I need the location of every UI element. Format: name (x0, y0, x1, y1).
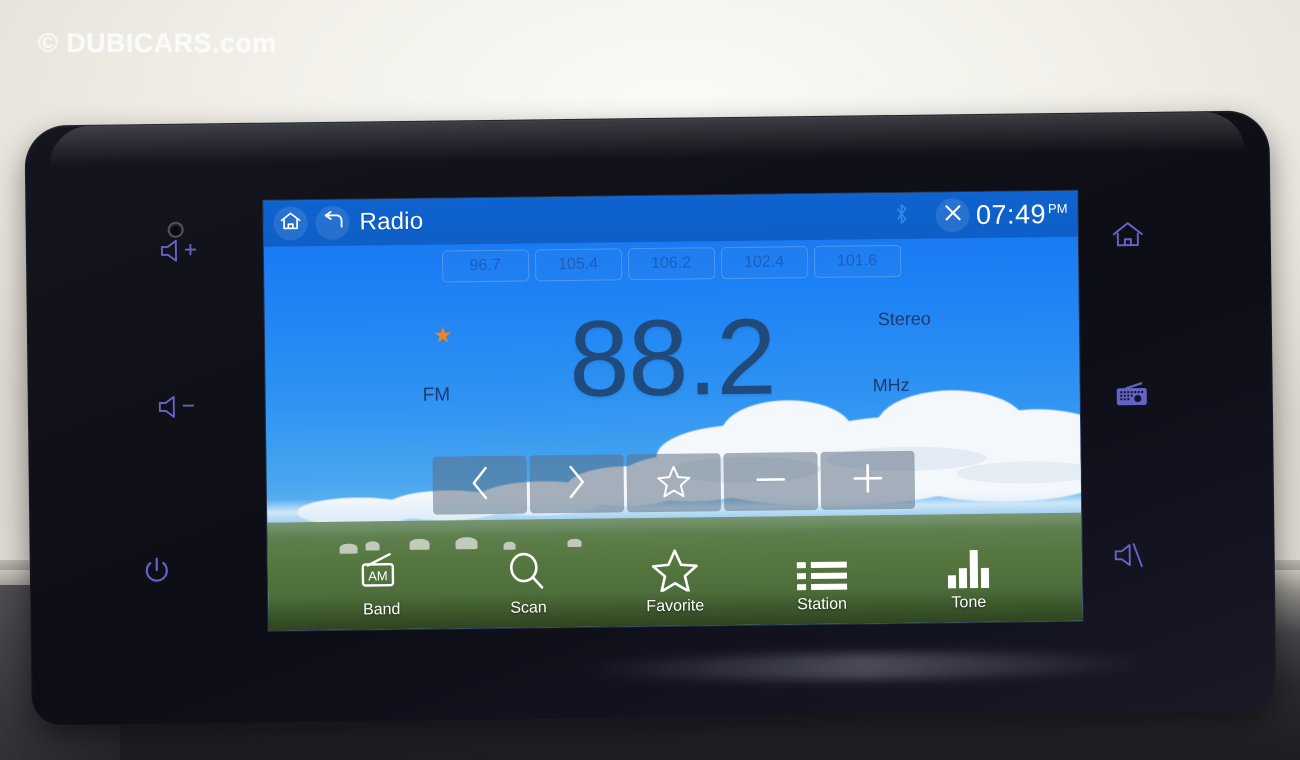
tune-up-button[interactable] (820, 450, 916, 510)
equalizer-icon (948, 544, 990, 589)
seek-prev-button[interactable] (432, 455, 528, 515)
seek-next-button[interactable] (529, 454, 625, 514)
toolbar-label: Band (362, 601, 401, 619)
bottom-toolbar: AM Band Scan Favorite Station Tone (267, 525, 1082, 627)
clock: 07:49 PM (976, 198, 1068, 230)
preset-button[interactable]: 105.4 (534, 248, 622, 282)
close-button[interactable] (935, 198, 971, 233)
mute-key[interactable] (1112, 540, 1152, 570)
minus-icon (752, 462, 790, 501)
home-icon (1111, 220, 1145, 250)
preset-button[interactable]: 106.2 (627, 247, 715, 281)
toolbar-label: Favorite (646, 597, 705, 616)
home-key[interactable] (1111, 220, 1145, 250)
watermark: © DUBICARS.com (38, 28, 277, 58)
volume-up-key[interactable] (158, 235, 202, 266)
page-title: Radio (359, 207, 424, 236)
light-sensor (169, 223, 182, 236)
power-icon (140, 554, 174, 588)
clock-ampm: PM (1047, 200, 1068, 216)
preset-button[interactable]: 101.6 (813, 244, 901, 278)
star-outline-icon (656, 463, 692, 502)
frequency-value: 88.2 (568, 295, 777, 419)
home-button[interactable] (273, 206, 308, 241)
volume-up-icon (158, 235, 202, 266)
search-icon (505, 549, 552, 594)
toolbar-label: Station (797, 595, 848, 614)
list-icon (796, 546, 847, 591)
svg-text:AM: AM (368, 568, 388, 583)
back-button[interactable] (315, 205, 350, 241)
clock-time: 07:49 (975, 198, 1047, 230)
frequency-unit: MHz (872, 374, 910, 396)
radio-icon (1113, 380, 1151, 410)
back-arrow-icon (321, 210, 344, 235)
preset-button[interactable]: 102.4 (720, 246, 808, 280)
control-button-row (266, 449, 1081, 517)
toolbar-item-favorite[interactable]: Favorite (621, 547, 730, 616)
radio-key[interactable] (1113, 380, 1151, 410)
radio-am-icon: AM (355, 551, 408, 596)
toolbar-item-tone[interactable]: Tone (914, 543, 1023, 612)
bluetooth-icon (894, 201, 910, 230)
plus-icon (849, 461, 887, 500)
chevron-right-icon (564, 461, 591, 506)
mute-icon (1112, 540, 1152, 570)
tuner-display: ★ FM 88.2 Stereo MHz (265, 295, 1081, 449)
touchscreen-display[interactable]: Radio 07:49 PM 96.7 105.4 106.2 102.4 10… (263, 190, 1083, 631)
toolbar-label: Tone (951, 593, 987, 612)
favorite-button[interactable] (626, 453, 722, 513)
power-key[interactable] (140, 554, 174, 588)
toolbar-item-station[interactable]: Station (767, 545, 876, 614)
volume-down-key[interactable] (156, 392, 200, 423)
chevron-left-icon (467, 462, 494, 507)
volume-down-icon (156, 392, 200, 423)
head-unit-device: Radio 07:49 PM 96.7 105.4 106.2 102.4 10… (24, 110, 1277, 726)
tune-down-button[interactable] (723, 451, 819, 512)
close-icon (942, 202, 963, 228)
toolbar-item-scan[interactable]: Scan (474, 549, 583, 618)
star-outline-icon (650, 547, 701, 593)
toolbar-label: Scan (510, 599, 547, 617)
home-icon (279, 211, 301, 236)
toolbar-item-band[interactable]: AM Band (327, 551, 436, 620)
preset-button[interactable]: 96.7 (441, 249, 529, 283)
stereo-indicator: Stereo (877, 308, 931, 330)
